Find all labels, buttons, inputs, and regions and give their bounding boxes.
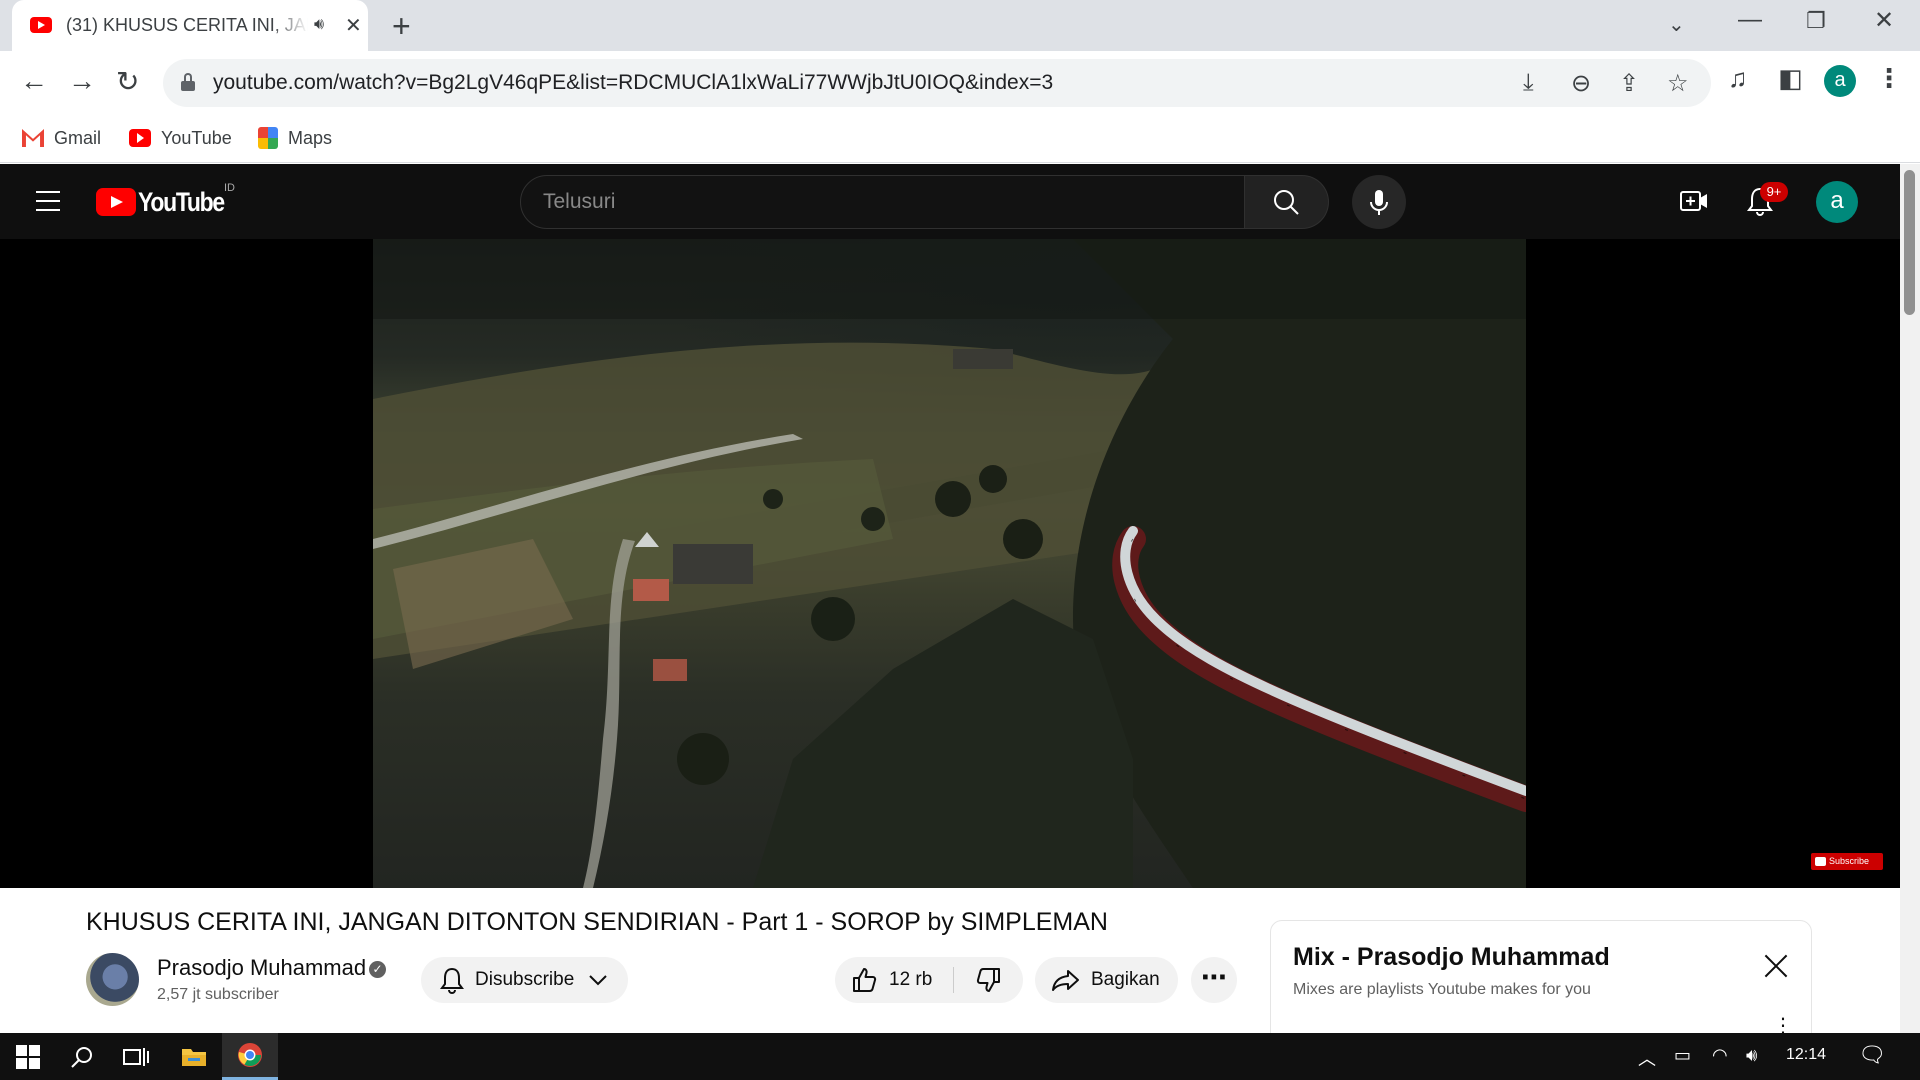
microphone-icon [1370, 190, 1388, 215]
address-bar[interactable]: youtube.com/watch?v=Bg2LgV46qPE&list=RDC… [163, 59, 1711, 107]
bookmarks-bar: Gmail YouTube Maps [0, 115, 1920, 163]
start-button[interactable] [0, 1033, 56, 1080]
region-code: ID [224, 182, 235, 194]
wifi-icon[interactable]: ◠ [1712, 1045, 1728, 1066]
page-scrollbar[interactable] [1900, 164, 1920, 1033]
mix-subtitle: Mixes are playlists Youtube makes for yo… [1293, 981, 1591, 998]
windows-logo-icon [16, 1044, 40, 1069]
like-dislike-group: 12 rb [835, 957, 1023, 1003]
youtube-logo[interactable]: YouTube ID [96, 182, 239, 217]
tab-close-icon[interactable]: ✕ [345, 13, 362, 38]
subscribe-button[interactable]: Disubscribe [421, 957, 628, 1003]
video-title: KHUSUS CERITA INI, JANGAN DITONTON SENDI… [86, 908, 1108, 936]
more-actions-button[interactable]: ⋯ [1191, 957, 1237, 1003]
folder-icon [182, 1048, 206, 1066]
close-window-button[interactable]: ✕ [1874, 6, 1894, 35]
new-tab-button[interactable]: + [392, 8, 411, 45]
back-button[interactable]: ← [20, 65, 48, 97]
search-box [520, 175, 1245, 229]
bookmark-maps[interactable]: Maps [258, 124, 332, 152]
video-player[interactable]: Subscribe [0, 239, 1900, 888]
install-app-icon[interactable]: ⤓ [1523, 69, 1534, 97]
channel-name[interactable]: Prasodjo Muhammad [157, 955, 366, 981]
youtube-logo-text: YouTube [138, 186, 225, 217]
channel-avatar[interactable] [86, 953, 139, 1006]
subscribe-label: Disubscribe [475, 969, 575, 990]
video-scene-image [373, 239, 1526, 888]
thumbs-down-icon [976, 968, 1000, 992]
search-taskbar-button[interactable] [54, 1033, 110, 1080]
browser-tab-active[interactable]: (31) KHUSUS CERITA INI, JANGAN DITONTON … [12, 0, 368, 51]
search-input[interactable] [543, 176, 1223, 228]
bookmark-label: Maps [288, 127, 333, 148]
voice-search-button[interactable] [1352, 175, 1406, 229]
mix-title: Mix - Prasodjo Muhammad [1293, 943, 1610, 971]
bookmark-label: YouTube [161, 127, 232, 148]
browser-toolbar: ← → ↻ youtube.com/watch?v=Bg2LgV46qPE&li… [0, 51, 1920, 115]
windows-taskbar: ︿ ▭ ◠ 🔊︎ 12:14 🗨︎ [0, 1033, 1920, 1080]
tab-search-icon[interactable]: ⌄ [1668, 12, 1685, 37]
url-text[interactable]: youtube.com/watch?v=Bg2LgV46qPE&list=RDC… [213, 71, 1053, 95]
chevron-down-icon [589, 975, 607, 986]
share-arrow-icon [1052, 970, 1079, 991]
bell-icon [440, 967, 464, 994]
task-view-button[interactable] [108, 1033, 164, 1080]
menu-icon[interactable] [36, 191, 60, 211]
subscribe-watermark[interactable]: Subscribe [1811, 853, 1883, 870]
notifications-icon[interactable]: 🗨︎ [1858, 1042, 1886, 1068]
file-explorer-button[interactable] [166, 1033, 222, 1080]
reload-button[interactable]: ↻ [116, 65, 139, 98]
bookmark-youtube[interactable]: YouTube [129, 124, 232, 152]
bookmark-gmail[interactable]: Gmail [22, 124, 101, 152]
close-icon[interactable] [1763, 953, 1789, 979]
share-button[interactable]: Bagikan [1035, 957, 1178, 1003]
gmail-icon [22, 129, 44, 147]
task-view-icon [123, 1047, 149, 1066]
tab-title: (31) KHUSUS CERITA INI, JANGAN DITONTON … [66, 15, 308, 35]
scrollbar-thumb[interactable] [1904, 170, 1915, 315]
search-button[interactable] [1245, 175, 1329, 229]
youtube-header: YouTube ID 9+ [0, 164, 1900, 239]
zoom-icon[interactable]: ⊖ [1571, 69, 1591, 98]
lock-icon[interactable] [181, 73, 195, 91]
notification-count-badge: 9+ [1760, 182, 1788, 202]
chrome-taskbar-button[interactable] [222, 1033, 278, 1080]
thumbs-up-icon [853, 968, 877, 992]
forward-button[interactable]: → [68, 65, 96, 97]
youtube-favicon-icon [30, 17, 52, 33]
share-label: Bagikan [1091, 969, 1160, 990]
like-button[interactable]: 12 rb [835, 957, 953, 1003]
battery-icon[interactable]: ▭ [1674, 1045, 1691, 1066]
side-panel-icon[interactable]: ◧ [1778, 63, 1803, 94]
bookmark-label: Gmail [54, 127, 102, 148]
chrome-menu-icon[interactable]: ⋮ [1876, 63, 1902, 94]
volume-icon[interactable]: 🔊︎ [1746, 1045, 1757, 1066]
account-avatar[interactable]: a [1816, 181, 1858, 223]
show-hidden-icons-icon[interactable]: ︿ [1638, 1045, 1656, 1071]
bookmark-star-icon[interactable]: ☆ [1667, 69, 1689, 98]
restore-button[interactable]: ❐ [1806, 8, 1826, 34]
browser-tab-strip: (31) KHUSUS CERITA INI, JANGAN DITONTON … [0, 0, 1920, 51]
media-control-icon[interactable]: ♫ [1728, 63, 1748, 94]
maps-icon [258, 127, 278, 149]
youtube-play-icon [96, 188, 136, 216]
search-icon [71, 1046, 92, 1068]
chrome-icon [238, 1043, 262, 1067]
youtube-icon [129, 129, 151, 147]
minimize-button[interactable]: — [1738, 6, 1762, 34]
video-frame[interactable] [373, 239, 1526, 888]
share-icon[interactable]: ⇪ [1619, 69, 1639, 98]
tab-audio-icon[interactable]: 🔊︎ [314, 16, 324, 34]
verified-badge-icon: ✓ [369, 961, 386, 978]
like-count: 12 rb [889, 969, 933, 990]
browser-profile-avatar[interactable]: a [1824, 65, 1856, 97]
taskbar-clock[interactable]: 12:14 [1786, 1046, 1826, 1064]
dislike-button[interactable] [954, 957, 1023, 1003]
create-video-icon[interactable] [1680, 190, 1708, 212]
search-icon [1274, 190, 1299, 215]
subscriber-count: 2,57 jt subscriber [157, 986, 279, 1003]
